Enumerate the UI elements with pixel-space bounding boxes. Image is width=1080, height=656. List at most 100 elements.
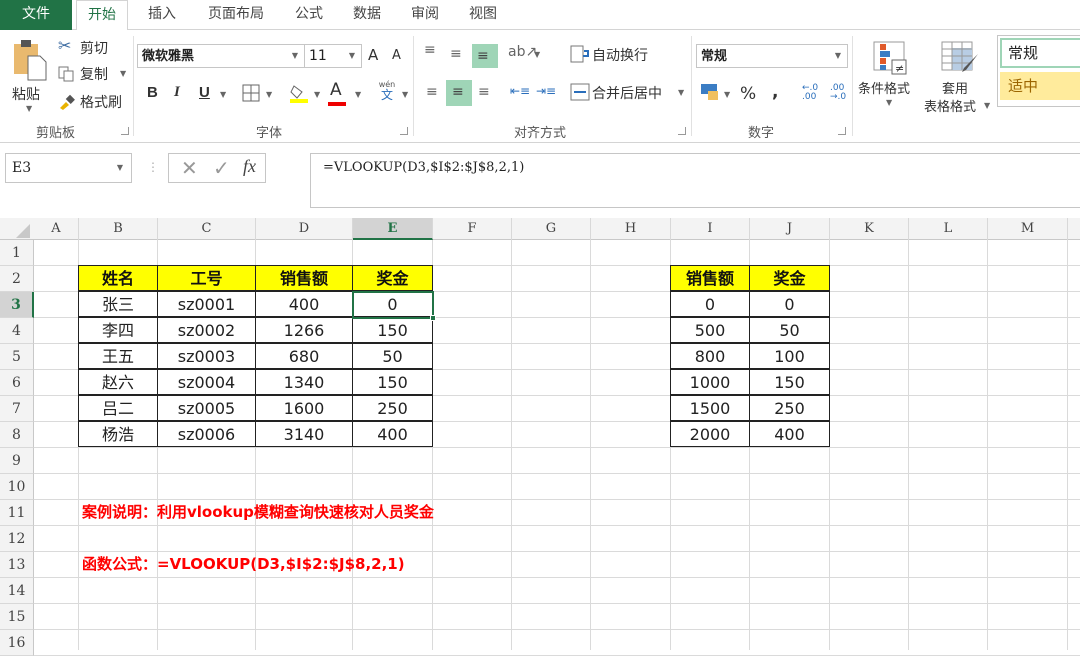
lookup-table-cell[interactable]: 500 (670, 317, 750, 343)
alignment-launcher-icon[interactable] (678, 127, 686, 135)
column-header-k[interactable]: K (830, 218, 909, 240)
number-launcher-icon[interactable] (838, 127, 846, 135)
cut-button[interactable]: ✂ 剪切 (58, 36, 118, 58)
lookup-table-cell[interactable]: 0 (670, 291, 750, 317)
middle-align-icon[interactable]: ≡ (450, 46, 462, 62)
accounting-format-icon[interactable] (700, 82, 720, 102)
lookup-table-cell[interactable]: 250 (749, 395, 830, 421)
tab-page-layout[interactable]: 页面布局 (196, 0, 276, 30)
main-table-cell[interactable]: 400 (255, 291, 353, 317)
italic-button[interactable]: I (174, 84, 180, 101)
lookup-table-cell[interactable]: 150 (749, 369, 830, 395)
main-table-cell[interactable]: 李四 (78, 317, 158, 343)
column-header-e[interactable]: E (353, 218, 433, 240)
tab-insert[interactable]: 插入 (138, 0, 186, 30)
main-table-cell[interactable]: sz0001 (157, 291, 256, 317)
main-table-cell[interactable]: 250 (352, 395, 433, 421)
font-launcher-icon[interactable] (400, 127, 408, 135)
lookup-table-header-cell[interactable]: 奖金 (749, 265, 830, 291)
formula-input[interactable]: =VLOOKUP(D3,$I$2:$J$8,2,1) (310, 153, 1080, 208)
fill-handle[interactable] (430, 315, 436, 321)
row-header-11[interactable]: 11 (0, 500, 34, 526)
paste-dropdown-icon[interactable]: ▼ (26, 104, 32, 113)
merge-center-button[interactable]: 合并后居中 ▼ (570, 82, 690, 104)
description-note[interactable]: 案例说明：利用vlookup模糊查询快速核对人员奖金 (82, 501, 434, 522)
row-header-12[interactable]: 12 (0, 526, 34, 552)
main-table-cell[interactable]: sz0006 (157, 421, 256, 447)
main-table-cell[interactable]: 50 (352, 343, 433, 369)
column-header-a[interactable]: A (34, 218, 79, 240)
column-header-l[interactable]: L (909, 218, 988, 240)
phonetic-dropdown-icon[interactable]: ▼ (402, 90, 408, 99)
main-table-cell[interactable]: 杨浩 (78, 421, 158, 447)
tab-data[interactable]: 数据 (342, 0, 392, 30)
main-table-cell[interactable]: sz0003 (157, 343, 256, 369)
fill-color-dropdown-icon[interactable]: ▼ (314, 90, 320, 99)
row-header-4[interactable]: 4 (0, 318, 34, 344)
main-table-cell[interactable]: 1600 (255, 395, 353, 421)
clipboard-launcher-icon[interactable] (121, 127, 129, 135)
style-normal[interactable]: 常规 (1000, 38, 1080, 68)
lookup-table-cell[interactable]: 100 (749, 343, 830, 369)
increase-decimal-button[interactable]: ←.0 .00 (802, 84, 822, 102)
shrink-font-button[interactable]: A (392, 48, 401, 63)
fill-color-icon[interactable] (288, 82, 310, 104)
font-name-combo[interactable]: 微软雅黑 ▼ (137, 44, 305, 68)
column-header-j[interactable]: J (750, 218, 830, 240)
row-header-5[interactable]: 5 (0, 344, 34, 370)
row-header-3[interactable]: 3 (0, 292, 34, 318)
lookup-table-header-cell[interactable]: 销售额 (670, 265, 750, 291)
insert-function-icon[interactable]: fx (243, 156, 256, 177)
name-box[interactable]: E3 ▼ (5, 153, 132, 183)
lookup-table-cell[interactable]: 1000 (670, 369, 750, 395)
main-table-cell[interactable]: sz0005 (157, 395, 256, 421)
format-painter-button[interactable]: 格式刷 (58, 92, 130, 112)
tab-formulas[interactable]: 公式 (284, 0, 334, 30)
borders-dropdown-icon[interactable]: ▼ (266, 90, 272, 99)
main-table-cell[interactable]: sz0004 (157, 369, 256, 395)
tab-file[interactable]: 文件 (0, 0, 72, 30)
row-header-16[interactable]: 16 (0, 630, 34, 656)
enter-icon[interactable]: ✓ (213, 156, 230, 180)
row-header-7[interactable]: 7 (0, 396, 34, 422)
underline-dropdown-icon[interactable]: ▼ (220, 90, 226, 99)
row-header-10[interactable]: 10 (0, 474, 34, 500)
orientation-dropdown-icon[interactable]: ▼ (534, 50, 540, 59)
main-table-cell[interactable]: 400 (352, 421, 433, 447)
grow-font-button[interactable]: A (368, 46, 378, 64)
column-header-b[interactable]: B (79, 218, 158, 240)
main-table-cell[interactable]: 王五 (78, 343, 158, 369)
underline-button[interactable]: U (199, 84, 210, 101)
orientation-icon[interactable]: ab↗ (508, 44, 537, 60)
column-header-d[interactable]: D (256, 218, 353, 240)
column-header-m[interactable]: M (988, 218, 1068, 240)
phonetic-button[interactable]: wén 文 (376, 80, 398, 106)
main-table-cell[interactable]: 1266 (255, 317, 353, 343)
column-header-f[interactable]: F (433, 218, 512, 240)
format-as-table-button[interactable]: 套用 表格格式 ▼ (922, 38, 994, 118)
main-table-header-cell[interactable]: 奖金 (352, 265, 433, 291)
column-header-c[interactable]: C (158, 218, 256, 240)
column-header-g[interactable]: G (512, 218, 591, 240)
paste-button[interactable]: 粘贴 ▼ (10, 38, 50, 118)
lookup-table-cell[interactable]: 1500 (670, 395, 750, 421)
font-size-combo[interactable]: 11 ▼ (304, 44, 362, 68)
formula-note[interactable]: 函数公式：=VLOOKUP(D3,$I$2:$J$8,2,1) (82, 553, 405, 574)
select-all-icon[interactable] (16, 224, 30, 238)
conditional-formatting-button[interactable]: ≠ 条件格式 ▼ (858, 38, 920, 118)
row-header-13[interactable]: 13 (0, 552, 34, 578)
lookup-table-cell[interactable]: 50 (749, 317, 830, 343)
accounting-dropdown-icon[interactable]: ▼ (724, 90, 730, 99)
increase-indent-icon[interactable]: ⇥≡ (536, 84, 556, 98)
copy-button[interactable]: 复制 ▼ (58, 64, 130, 84)
row-header-6[interactable]: 6 (0, 370, 34, 396)
style-neutral[interactable]: 适中 (1000, 72, 1080, 100)
copy-dropdown-icon[interactable]: ▼ (120, 69, 126, 78)
font-color-button[interactable]: A (328, 80, 346, 106)
percent-button[interactable]: % (740, 84, 756, 104)
main-table-cell[interactable]: 张三 (78, 291, 158, 317)
bold-button[interactable]: B (147, 84, 158, 101)
left-align-icon[interactable]: ≡ (426, 84, 438, 100)
font-color-dropdown-icon[interactable]: ▼ (355, 90, 361, 99)
tab-home[interactable]: 开始 (76, 0, 128, 31)
